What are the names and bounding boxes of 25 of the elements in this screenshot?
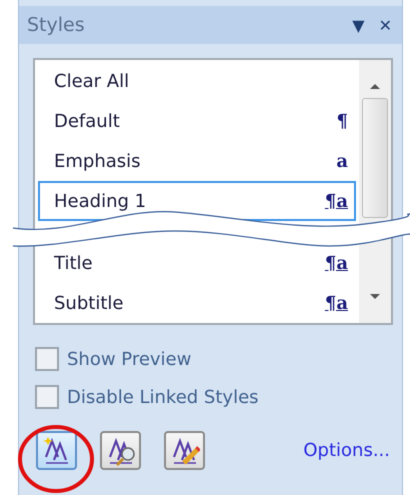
- options-link[interactable]: Options...: [303, 440, 390, 461]
- checkbox-label: Disable Linked Styles: [67, 386, 259, 408]
- scroll-thumb[interactable]: [362, 98, 388, 218]
- scroll-up-icon[interactable]: [369, 82, 381, 90]
- checkbox[interactable]: [35, 347, 59, 371]
- pane-title: Styles: [27, 14, 86, 36]
- linked-style-icon: ¶a: [324, 190, 348, 212]
- style-item[interactable]: Clear All: [38, 61, 356, 101]
- style-item[interactable]: Default ¶: [38, 101, 356, 141]
- linked-style-icon: ¶a: [324, 252, 348, 274]
- close-icon[interactable]: ✕: [378, 16, 392, 34]
- tool-button[interactable]: [164, 431, 205, 470]
- scrollbar[interactable]: [359, 60, 391, 323]
- style-item[interactable]: Subtitle ¶a: [38, 283, 356, 323]
- dropdown-icon[interactable]: ▼: [352, 16, 365, 34]
- style-item[interactable]: Title ¶a: [38, 243, 356, 283]
- linked-style-icon: ¶a: [324, 292, 348, 314]
- character-style-icon: a: [336, 150, 348, 172]
- scroll-down-icon[interactable]: [369, 293, 381, 301]
- tool-button[interactable]: [100, 431, 141, 470]
- tool-button[interactable]: [36, 431, 77, 470]
- checkbox[interactable]: [35, 385, 59, 409]
- style-item[interactable]: Emphasis a: [38, 141, 356, 181]
- paragraph-style-icon: ¶: [336, 110, 348, 132]
- checkbox-label: Show Preview: [67, 348, 192, 370]
